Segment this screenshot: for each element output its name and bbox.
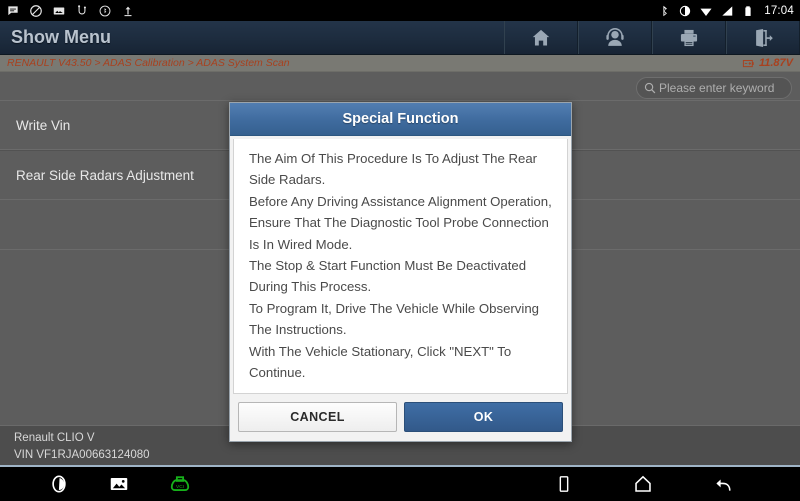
- special-function-dialog: Special Function The Aim Of This Procedu…: [229, 102, 572, 443]
- dialog-line: The Aim Of This Procedure Is To Adjust T…: [249, 151, 538, 188]
- app-window: 17:04 Show Menu RENAULT V43.50 > ADAS Ca…: [0, 0, 800, 501]
- ok-button[interactable]: OK: [404, 402, 563, 433]
- home-icon[interactable]: [632, 473, 654, 495]
- vci-connector-icon[interactable]: VCI: [168, 473, 192, 495]
- dialog-message: The Aim Of This Procedure Is To Adjust T…: [233, 139, 568, 395]
- assistant-icon[interactable]: [48, 473, 70, 495]
- dialog-title: Special Function: [230, 103, 571, 136]
- dialog-line: With The Vehicle Stationary, Click "NEXT…: [249, 343, 512, 381]
- nav-left-group: VCI: [0, 473, 192, 495]
- gallery-icon[interactable]: [108, 473, 130, 495]
- modal-overlay: Special Function The Aim Of This Procedu…: [0, 0, 800, 501]
- dialog-line: To Program It, Drive The Vehicle While O…: [249, 300, 539, 338]
- system-nav-bar: VCI: [0, 465, 800, 501]
- cancel-button[interactable]: CANCEL: [238, 402, 397, 433]
- dialog-line: The Stop & Start Function Must Be Deacti…: [249, 258, 527, 295]
- svg-text:VCI: VCI: [176, 484, 184, 490]
- back-icon[interactable]: [712, 473, 734, 495]
- nav-right-group: [554, 473, 800, 495]
- recents-icon[interactable]: [554, 474, 574, 494]
- dialog-actions: CANCEL OK: [230, 394, 571, 441]
- dialog-line: Before Any Driving Assistance Alignment …: [249, 193, 552, 252]
